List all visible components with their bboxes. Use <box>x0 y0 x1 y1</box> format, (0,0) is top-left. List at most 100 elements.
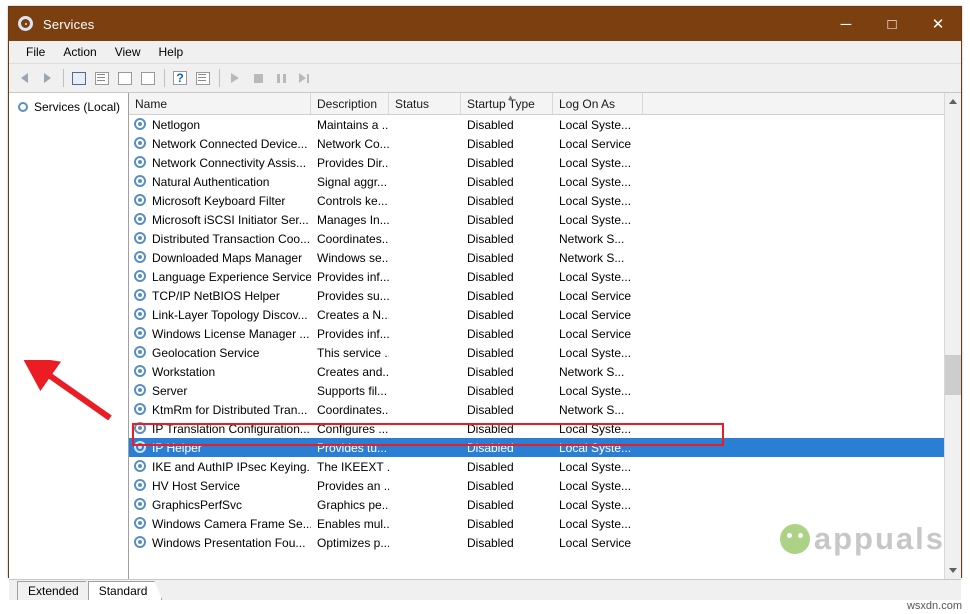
table-row[interactable]: Microsoft Keyboard FilterControls ke...D… <box>129 191 961 210</box>
start-service-button[interactable] <box>224 67 246 89</box>
cell-description: Configures ... <box>311 422 389 436</box>
table-row[interactable]: Geolocation ServiceThis service ...Disab… <box>129 343 961 362</box>
table-row[interactable]: KtmRm for Distributed Tran...Coordinates… <box>129 400 961 419</box>
stop-service-button[interactable] <box>247 67 269 89</box>
close-button[interactable]: ✕ <box>915 7 961 41</box>
forward-button[interactable] <box>36 67 58 89</box>
cell-startup-type: Disabled <box>461 441 553 455</box>
pause-service-button[interactable] <box>270 67 292 89</box>
table-row[interactable]: IP Translation Configuration...Configure… <box>129 419 961 438</box>
table-row[interactable]: GraphicsPerfSvcGraphics pe...DisabledLoc… <box>129 495 961 514</box>
table-row[interactable]: IP HelperProvides tu...DisabledLocal Sys… <box>129 438 961 457</box>
scroll-down-button[interactable] <box>945 562 961 579</box>
cell-log-on-as: Local Service <box>553 327 643 341</box>
toolbar-separator-1 <box>63 69 64 87</box>
console-tree-pane: Services (Local) <box>9 93 129 579</box>
cell-description: Network Co... <box>311 137 389 151</box>
column-header-status[interactable]: Status <box>389 93 461 114</box>
cell-name: IKE and AuthIP IPsec Keying... <box>129 460 311 474</box>
table-row[interactable]: IKE and AuthIP IPsec Keying...The IKEEXT… <box>129 457 961 476</box>
table-row[interactable]: Network Connected Device...Network Co...… <box>129 134 961 153</box>
table-row[interactable]: Distributed Transaction Coo...Coordinate… <box>129 229 961 248</box>
maximize-button[interactable]: □ <box>869 7 915 41</box>
menu-help[interactable]: Help <box>150 43 193 61</box>
menu-action[interactable]: Action <box>54 43 105 61</box>
minimize-button[interactable]: ─ <box>823 7 869 41</box>
cell-description: Coordinates... <box>311 232 389 246</box>
table-row[interactable]: NetlogonMaintains a ...DisabledLocal Sys… <box>129 115 961 134</box>
cell-description: Provides su... <box>311 289 389 303</box>
table-row[interactable]: HV Host ServiceProvides an ...DisabledLo… <box>129 476 961 495</box>
scrollbar-thumb[interactable] <box>945 355 961 395</box>
service-icon <box>134 498 147 511</box>
cell-name: Distributed Transaction Coo... <box>129 232 311 246</box>
cell-log-on-as: Network S... <box>553 403 643 417</box>
cell-startup-type: Disabled <box>461 137 553 151</box>
cell-startup-type: Disabled <box>461 384 553 398</box>
cell-startup-type: Disabled <box>461 479 553 493</box>
column-header-startup-type[interactable]: ▲ Startup Type <box>461 93 553 114</box>
service-icon <box>134 213 147 226</box>
show-hide-console-tree-button[interactable] <box>68 67 90 89</box>
table-row[interactable]: TCP/IP NetBIOS HelperProvides su...Disab… <box>129 286 961 305</box>
cell-description: Creates and... <box>311 365 389 379</box>
table-row[interactable]: ServerSupports fil...DisabledLocal Syste… <box>129 381 961 400</box>
back-button[interactable] <box>13 67 35 89</box>
service-name-label: Windows License Manager ... <box>152 327 309 341</box>
tab-standard[interactable]: Standard <box>88 581 163 600</box>
cell-log-on-as: Local Syste... <box>553 498 643 512</box>
service-name-label: Natural Authentication <box>152 175 269 189</box>
vertical-scrollbar[interactable] <box>944 93 961 579</box>
show-hide-action-pane-button[interactable] <box>192 67 214 89</box>
table-row[interactable]: Windows Camera Frame Se...Enables mul...… <box>129 514 961 533</box>
properties-button[interactable] <box>91 67 113 89</box>
table-row[interactable]: Link-Layer Topology Discov...Creates a N… <box>129 305 961 324</box>
list-column-headers: Name Description Status ▲ Startup Type L… <box>129 93 961 115</box>
cell-name: GraphicsPerfSvc <box>129 498 311 512</box>
table-row[interactable]: Windows Presentation Fou...Optimizes p..… <box>129 533 961 552</box>
cell-log-on-as: Local Service <box>553 536 643 550</box>
menu-bar: File Action View Help <box>9 41 961 64</box>
cell-log-on-as: Local Service <box>553 137 643 151</box>
tree-item-services-local[interactable]: Services (Local) <box>15 99 128 115</box>
table-row[interactable]: WorkstationCreates and...DisabledNetwork… <box>129 362 961 381</box>
table-row[interactable]: Windows License Manager ...Provides inf.… <box>129 324 961 343</box>
service-icon <box>134 327 147 340</box>
cell-name: Windows License Manager ... <box>129 327 311 341</box>
table-row[interactable]: Natural Authentication Signal aggr... Disa… <box>129 172 961 191</box>
column-header-description[interactable]: Description <box>311 93 389 114</box>
column-header-log-on-as[interactable]: Log On As <box>553 93 643 114</box>
cell-startup-type: Disabled <box>461 175 553 189</box>
scroll-up-button[interactable] <box>945 93 961 110</box>
cell-startup-type: Disabled <box>461 308 553 322</box>
question-mark-icon: ? <box>173 71 187 85</box>
menu-view[interactable]: View <box>106 43 150 61</box>
table-row[interactable]: Network Connectivity Assis...Provides Di… <box>129 153 961 172</box>
tab-extended[interactable]: Extended <box>17 581 94 600</box>
table-row[interactable]: Language Experience ServiceProvides inf.… <box>129 267 961 286</box>
export-list-button[interactable] <box>137 67 159 89</box>
services-rows[interactable]: NetlogonMaintains a ...DisabledLocal Sys… <box>129 115 961 579</box>
menu-file[interactable]: File <box>17 43 54 61</box>
cell-description: Coordinates... <box>311 403 389 417</box>
cell-startup-type: Disabled <box>461 156 553 170</box>
red-arrow-annotation <box>10 360 130 420</box>
service-name-label: Link-Layer Topology Discov... <box>152 308 308 322</box>
refresh-button[interactable] <box>114 67 136 89</box>
column-header-name[interactable]: Name <box>129 93 311 114</box>
cell-startup-type: Disabled <box>461 365 553 379</box>
cell-description: Supports fil... <box>311 384 389 398</box>
cell-log-on-as: Local Syste... <box>553 517 643 531</box>
toolbar-separator-2 <box>164 69 165 87</box>
cell-startup-type: Disabled <box>461 517 553 531</box>
table-row[interactable]: Microsoft iSCSI Initiator Ser...Manages … <box>129 210 961 229</box>
view-tabs: Extended Standard <box>9 579 961 600</box>
cell-name: Netlogon <box>129 118 311 132</box>
cell-startup-type: Disabled <box>461 536 553 550</box>
cell-description: Signal aggr... <box>311 175 389 189</box>
title-bar: Services ─ □ ✕ <box>9 7 961 41</box>
table-row[interactable]: Downloaded Maps ManagerWindows se...Disa… <box>129 248 961 267</box>
restart-service-button[interactable] <box>293 67 315 89</box>
cell-name: Windows Camera Frame Se... <box>129 517 311 531</box>
help-button[interactable]: ? <box>169 67 191 89</box>
